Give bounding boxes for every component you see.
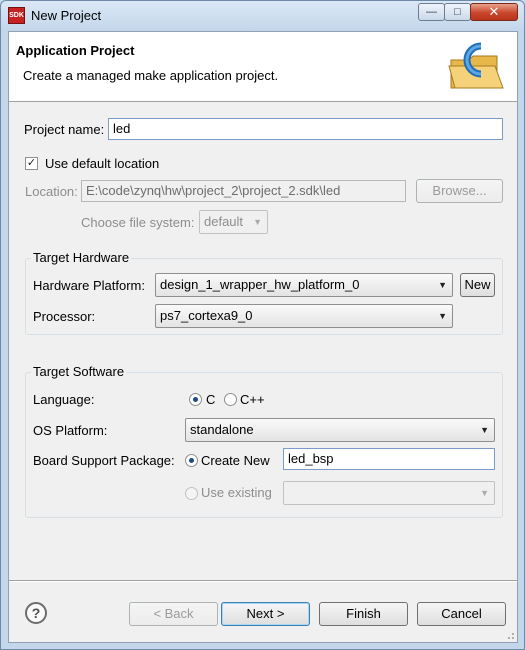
footer-separator (9, 580, 517, 582)
language-c-label: C (206, 392, 216, 407)
file-system-value: default (204, 214, 244, 229)
close-button[interactable]: ✕ (470, 3, 518, 21)
hardware-platform-value: design_1_wrapper_hw_platform_0 (160, 277, 360, 292)
bsp-name-input[interactable]: led_bsp (283, 448, 495, 470)
bsp-use-existing-label: Use existing (201, 485, 272, 500)
wizard-banner: Application Project Create a managed mak… (9, 32, 517, 102)
bsp-create-new-label: Create New (201, 453, 270, 468)
bsp-use-existing-radio (185, 487, 198, 500)
browse-button: Browse... (416, 179, 503, 203)
finish-button[interactable]: Finish (319, 602, 408, 626)
location-label: Location: (25, 184, 78, 199)
language-c-radio[interactable] (189, 393, 202, 406)
chevron-down-icon: ▼ (480, 425, 489, 435)
maximize-button[interactable]: □ (444, 3, 471, 21)
chevron-down-icon: ▼ (438, 311, 447, 321)
bsp-create-new-radio[interactable] (185, 454, 198, 467)
language-cpp-radio[interactable] (224, 393, 237, 406)
chevron-down-icon: ▼ (438, 280, 447, 290)
location-input: E:\code\zynq\hw\project_2\project_2.sdk\… (81, 180, 406, 202)
wizard-page-title: Application Project (16, 43, 135, 58)
chevron-down-icon: ▼ (253, 217, 262, 227)
next-button[interactable]: Next > (221, 602, 310, 626)
processor-value: ps7_cortexa9_0 (160, 308, 253, 323)
hardware-platform-select[interactable]: design_1_wrapper_hw_platform_0 ▼ (155, 273, 453, 297)
help-icon[interactable]: ? (25, 602, 47, 624)
os-platform-label: OS Platform: (33, 423, 108, 438)
minimize-button[interactable]: — (418, 3, 445, 21)
language-label: Language: (33, 392, 95, 407)
resize-grip-icon[interactable] (505, 630, 515, 640)
processor-select[interactable]: ps7_cortexa9_0 ▼ (155, 304, 453, 328)
new-hardware-platform-button[interactable]: New (460, 273, 495, 297)
title-bar[interactable]: SDK New Project — □ ✕ (1, 1, 524, 31)
wizard-page-description: Create a managed make application projec… (23, 68, 279, 83)
chevron-down-icon: ▼ (480, 488, 489, 498)
cancel-button[interactable]: Cancel (417, 602, 506, 626)
dialog-client-area: Application Project Create a managed mak… (8, 31, 518, 643)
use-default-location-checkbox[interactable]: ✓ (25, 157, 38, 170)
file-system-select: default ▼ (199, 210, 268, 234)
language-cpp-label: C++ (240, 392, 265, 407)
bsp-existing-select: ▼ (283, 481, 495, 505)
bsp-label: Board Support Package: (33, 453, 175, 468)
processor-label: Processor: (33, 309, 96, 324)
sdk-app-icon: SDK (8, 7, 25, 24)
choose-file-system-label: Choose file system: (81, 215, 195, 230)
target-software-title: Target Software (31, 364, 127, 379)
project-name-label: Project name: (24, 122, 105, 137)
os-platform-select[interactable]: standalone ▼ (185, 418, 495, 442)
new-project-window: SDK New Project — □ ✕ Application Projec… (0, 0, 525, 650)
project-name-input[interactable]: led (108, 118, 503, 140)
back-button: < Back (129, 602, 218, 626)
target-hardware-title: Target Hardware (31, 250, 132, 265)
window-title: New Project (31, 8, 102, 23)
hardware-platform-label: Hardware Platform: (33, 278, 145, 293)
os-platform-value: standalone (190, 422, 254, 437)
c-project-folder-icon (448, 42, 504, 89)
use-default-location-label: Use default location (45, 156, 160, 171)
